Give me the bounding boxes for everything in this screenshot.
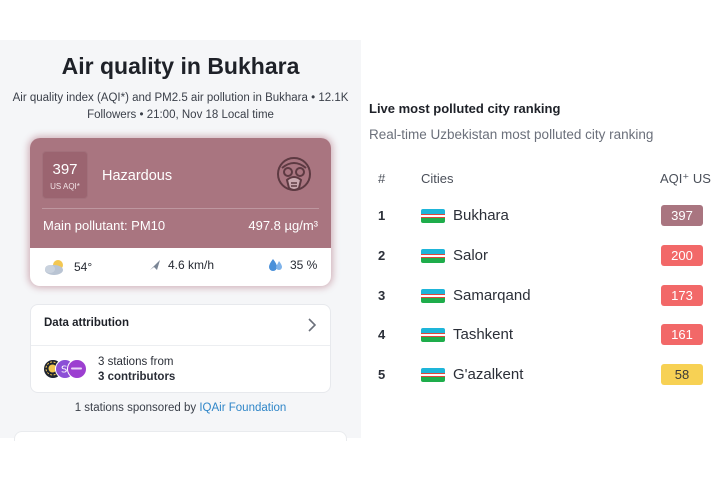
wind-value: 4.6 km/h <box>168 258 215 272</box>
aqi-status: Hazardous <box>102 168 173 184</box>
sponsor-link[interactable]: IQAir Foundation <box>199 402 286 414</box>
rank-number: 3 <box>378 288 386 303</box>
city-name[interactable]: Samarqand <box>453 287 531 304</box>
ranking-row[interactable]: 3 Samarqand 173 <box>361 284 720 308</box>
uzbekistan-flag-icon <box>421 209 445 223</box>
sponsor-line: 1 stations sponsored by IQAir Foundation <box>0 402 361 414</box>
stations-count: 3 stations from <box>98 356 174 368</box>
humidity-value: 35 % <box>290 258 318 272</box>
page-subtitle: Air quality index (AQI*) and PM2.5 air p… <box>12 90 349 124</box>
ranking-subtitle: Real-time Uzbekistan most polluted city … <box>369 127 654 142</box>
chevron-right-icon[interactable] <box>308 318 316 332</box>
sponsor-text: 1 stations sponsored by <box>74 402 197 414</box>
next-card-edge <box>14 431 347 441</box>
header-aqi: AQI⁺ US <box>660 171 711 186</box>
weather-temperature: 54° <box>44 258 92 276</box>
ranking-row[interactable]: 1 Bukhara 397 <box>361 204 720 228</box>
aqi-card: 397 US AQI* Hazardous Main pollutant: PM… <box>30 138 331 286</box>
partly-cloudy-icon <box>45 260 63 275</box>
temperature-value: 54° <box>74 260 93 274</box>
city-name[interactable]: Bukhara <box>453 207 509 224</box>
subtitle-line-2: Followers • 21:00, Nov 18 Local time <box>87 109 274 121</box>
page-title: Air quality in Bukhara <box>61 53 300 79</box>
uzbekistan-flag-icon <box>421 368 445 382</box>
header-cities: Cities <box>421 171 454 186</box>
rank-number: 4 <box>378 327 386 342</box>
ranking-panel: Live most polluted city ranking Real-tim… <box>361 0 720 479</box>
weather-wind: 4.6 km/h <box>148 258 214 272</box>
ranking-row[interactable]: 4 Tashkent 161 <box>361 323 720 347</box>
uzbekistan-flag-icon <box>421 249 445 263</box>
aqi-value: 397 <box>52 161 78 178</box>
aqi-card-header: 397 US AQI* Hazardous Main pollutant: PM… <box>30 138 331 248</box>
humidity-drop-icon <box>269 259 282 271</box>
ranking-row[interactable]: 5 G'azalkent 58 <box>361 363 720 387</box>
weather-humidity: 35 % <box>268 258 317 272</box>
contributor-avatar <box>67 359 87 379</box>
city-name[interactable]: G'azalkent <box>453 366 523 383</box>
aqi-badge: 397 <box>661 205 703 226</box>
city-air-quality-panel: Air quality in Bukhara Air quality index… <box>0 40 361 441</box>
contributors-count: 3 contributors <box>98 371 176 383</box>
gas-mask-icon <box>277 157 311 191</box>
aqi-divider <box>42 208 319 209</box>
attribution-divider <box>31 345 330 346</box>
contributor-avatars: S <box>43 359 91 381</box>
header-rank: # <box>378 171 386 186</box>
aqi-badge: 161 <box>661 324 703 345</box>
uzbekistan-flag-icon <box>421 289 445 303</box>
city-name[interactable]: Tashkent <box>453 326 513 343</box>
brand-logo-icon <box>71 367 82 370</box>
aqi-badge: 397 US AQI* <box>42 151 88 199</box>
weather-row: 54° 4.6 km/h 35 % <box>30 248 331 286</box>
aqi-badge: 200 <box>661 245 703 266</box>
data-attribution-title: Data attribution <box>44 317 129 329</box>
rank-number: 1 <box>378 208 386 223</box>
city-name[interactable]: Salor <box>453 247 488 264</box>
data-attribution-card[interactable]: Data attribution S 3 stations from 3 con… <box>30 304 331 393</box>
stations-summary: 3 stations from 3 contributors <box>98 355 175 385</box>
uzbekistan-flag-icon <box>421 328 445 342</box>
rank-number: 5 <box>378 367 386 382</box>
subtitle-line-1: Air quality index (AQI*) and PM2.5 air p… <box>12 92 349 104</box>
ranking-row[interactable]: 2 Salor 200 <box>361 244 720 268</box>
main-pollutant-label: Main pollutant: PM10 <box>43 218 166 233</box>
ranking-title: Live most polluted city ranking <box>369 101 561 116</box>
main-pollutant-value: 497.8 µg/m³ <box>248 218 318 233</box>
aqi-badge: 58 <box>661 364 703 385</box>
rank-number: 2 <box>378 248 386 263</box>
aqi-unit: US AQI* <box>50 182 80 191</box>
wind-direction-icon <box>150 260 160 270</box>
aqi-badge: 173 <box>661 285 703 306</box>
